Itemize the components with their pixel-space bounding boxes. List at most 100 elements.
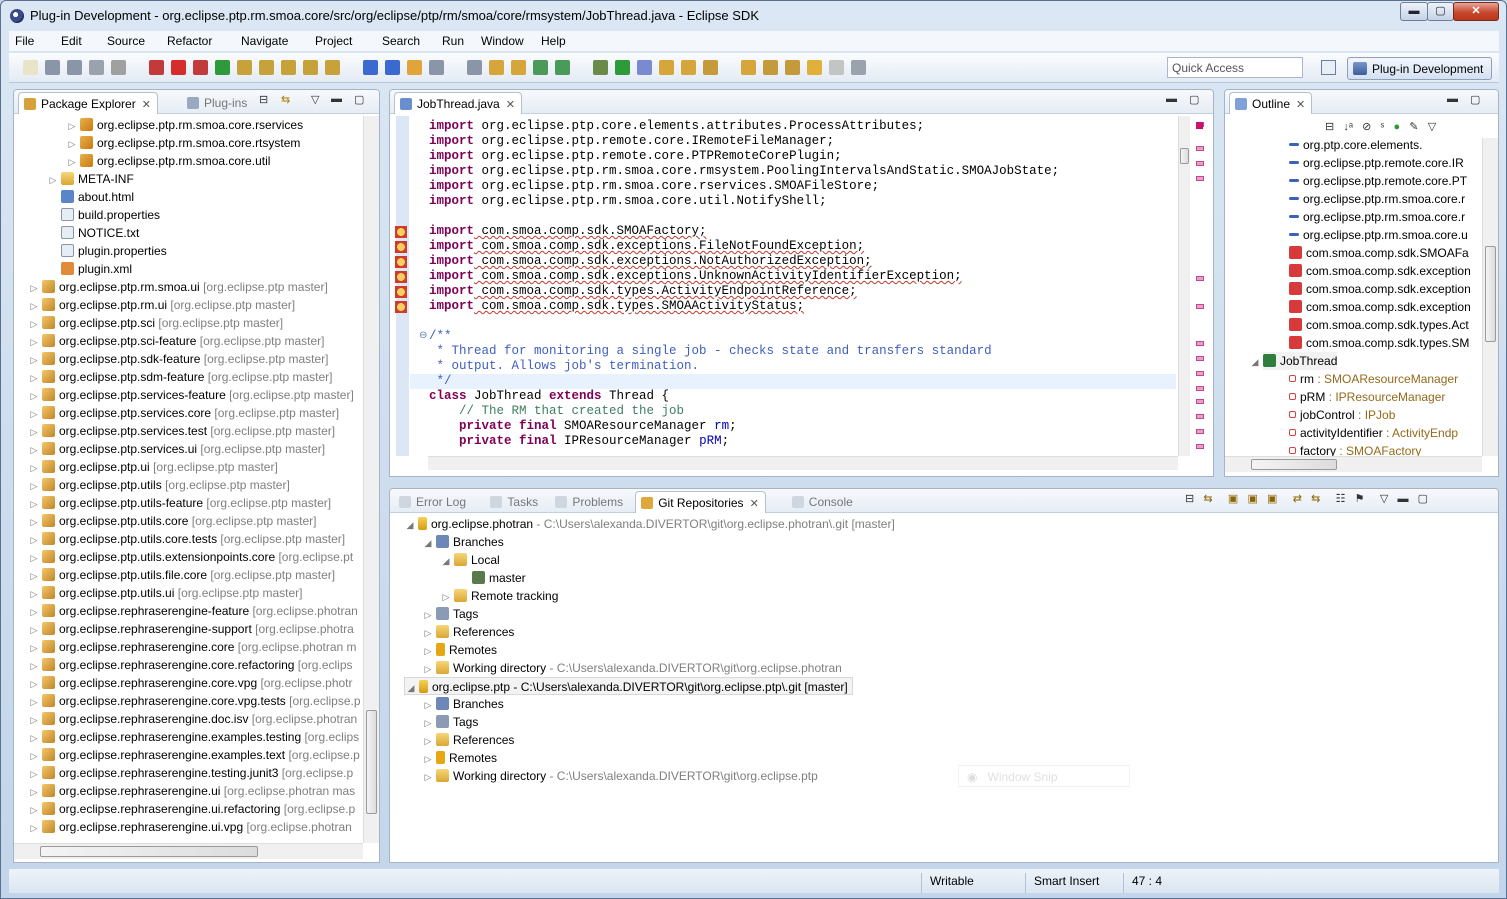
tree-item[interactable]: ▷ org.eclipse.ptp.utils.extensionpoints.c… xyxy=(28,548,353,566)
tree-item[interactable]: ▷ org.eclipse.ptp.rm.smoa.ui [org.eclipse… xyxy=(28,278,328,296)
debug-icon[interactable] xyxy=(593,60,608,75)
fold-toggle-icon[interactable]: ⊖ xyxy=(419,330,427,341)
hide-static-icon[interactable]: ˢ xyxy=(1381,121,1385,133)
overview-marker[interactable] xyxy=(1196,414,1204,419)
outline-vscroll-thumb[interactable] xyxy=(1485,246,1496,342)
last-edit-icon[interactable] xyxy=(785,60,800,75)
overview-marker[interactable] xyxy=(1196,304,1204,309)
toggle-mark-icon[interactable] xyxy=(363,60,378,75)
outline-item[interactable]: factory : SMOAFactory xyxy=(1287,442,1421,456)
pin-icon[interactable] xyxy=(851,60,866,75)
outline-item[interactable]: jobControl : IPJob xyxy=(1287,406,1395,424)
git-tree-item[interactable]: master xyxy=(458,569,526,587)
tree-item[interactable]: ▷ org.eclipse.rephraserengine.examples.te… xyxy=(28,746,360,764)
expand-toggle-icon[interactable]: ◢ xyxy=(404,516,416,534)
tree-item[interactable]: ▷ org.eclipse.ptp.utils.core.tests [org.e… xyxy=(28,530,345,548)
tree-item[interactable]: ▷ org.eclipse.ptp.rm.smoa.core.rtsystem xyxy=(66,134,300,152)
outline-hscrollbar[interactable] xyxy=(1225,456,1482,472)
use-step-filters-icon[interactable] xyxy=(325,60,340,75)
view-menu-icon[interactable]: ▽ xyxy=(311,93,319,106)
overview-marker[interactable] xyxy=(1196,161,1204,166)
expand-toggle-icon[interactable]: ◢ xyxy=(1249,353,1261,371)
expand-toggle-icon[interactable]: ▷ xyxy=(422,768,434,786)
skip-breakpoints-icon[interactable] xyxy=(149,60,164,75)
tree-item[interactable]: NOTICE.txt xyxy=(47,224,139,242)
tree-item[interactable]: ▷ org.eclipse.rephraserengine.ui [org.ecl… xyxy=(28,782,355,800)
sync-icon[interactable]: ⇆ xyxy=(1311,493,1320,505)
expand-toggle-icon[interactable]: ▷ xyxy=(28,459,40,477)
expand-toggle-icon[interactable]: ▷ xyxy=(28,639,40,657)
outline-item[interactable]: org.eclipse.ptp.rm.smoa.core.r xyxy=(1287,190,1465,208)
terminate-icon[interactable] xyxy=(171,60,186,75)
overview-marker[interactable] xyxy=(1196,444,1204,449)
title-bar[interactable]: Plug-in Development - org.eclipse.ptp.rm… xyxy=(1,1,1506,30)
tree-item[interactable]: ▷ org.eclipse.rephraserengine.ui.refactor… xyxy=(28,800,355,818)
expand-toggle-icon[interactable]: ▷ xyxy=(422,624,434,642)
explorer-vscrollbar[interactable] xyxy=(363,116,379,843)
expand-toggle-icon[interactable]: ▷ xyxy=(28,801,40,819)
tree-item[interactable]: ▷ org.eclipse.rephraserengine.ui.vpg [org… xyxy=(28,818,352,836)
tree-item[interactable]: ▷ org.eclipse.rephraserengine.core.vpg [o… xyxy=(28,674,353,692)
expand-toggle-icon[interactable]: ▷ xyxy=(28,729,40,747)
expand-toggle-icon[interactable]: ▷ xyxy=(28,351,40,369)
outline-item[interactable]: com.smoa.comp.sdk.types.SM xyxy=(1287,334,1469,352)
expand-toggle-icon[interactable]: ▷ xyxy=(28,513,40,531)
git-tree-item[interactable]: ▷ Remote tracking xyxy=(440,587,558,605)
tab-console[interactable]: Console xyxy=(787,491,859,513)
expand-toggle-icon[interactable]: ◢ xyxy=(422,534,434,552)
perspective-button[interactable]: Plug-in Development xyxy=(1347,57,1492,80)
tree-item[interactable]: plugin.properties xyxy=(47,242,167,260)
expand-toggle-icon[interactable]: ▷ xyxy=(28,315,40,333)
filter-icon[interactable]: ⚑ xyxy=(1355,493,1365,505)
expand-toggle-icon[interactable]: ▷ xyxy=(422,660,434,678)
tab-jobthread-java[interactable]: JobThread.java ✕ xyxy=(394,92,522,114)
outline-item[interactable]: ◢ JobThread xyxy=(1252,352,1338,370)
expand-toggle-icon[interactable]: ▷ xyxy=(28,423,40,441)
expand-toggle-icon[interactable]: ▷ xyxy=(422,750,434,768)
quick-access-input[interactable]: Quick Access xyxy=(1167,57,1303,78)
search-icon[interactable] xyxy=(407,60,422,75)
explorer-hscrollbar[interactable] xyxy=(14,843,363,859)
expand-toggle-icon[interactable]: ▷ xyxy=(440,588,452,606)
close-tab-icon[interactable]: ✕ xyxy=(142,99,151,111)
collapse-all-icon[interactable]: ⊟ xyxy=(259,93,268,106)
overview-marker[interactable] xyxy=(1196,399,1204,404)
error-marker-icon[interactable] xyxy=(395,301,407,313)
outline-item[interactable]: org.eclipse.ptp.rm.smoa.core.r xyxy=(1287,208,1465,226)
error-marker-icon[interactable] xyxy=(395,271,407,283)
expand-toggle-icon[interactable]: ▷ xyxy=(28,387,40,405)
git-tree-item[interactable]: ◢ org.eclipse.ptp - C:\Users\alexanda.DIV… xyxy=(404,677,853,695)
step-into-icon[interactable] xyxy=(237,60,252,75)
expand-toggle-icon[interactable]: ▷ xyxy=(28,783,40,801)
editor-vscroll-thumb[interactable] xyxy=(1180,148,1189,164)
tree-item[interactable]: plugin.xml xyxy=(47,260,132,278)
code-area[interactable]: import org.eclipse.ptp.core.elements.att… xyxy=(390,116,1180,456)
disconnect-icon[interactable] xyxy=(193,60,208,75)
expand-toggle-icon[interactable]: ▷ xyxy=(422,606,434,624)
new-plugin-icon[interactable] xyxy=(681,60,696,75)
outline-item[interactable]: org.eclipse.ptp.remote.core.PT xyxy=(1287,172,1467,190)
outline-item[interactable]: activityIdentifier : ActivityEndp xyxy=(1287,424,1458,442)
collapse-all-icon[interactable]: ⊟ xyxy=(1325,121,1334,133)
expand-toggle-icon[interactable]: ▷ xyxy=(28,495,40,513)
tree-item[interactable]: ▷ org.eclipse.ptp.services.test [org.ecli… xyxy=(28,422,335,440)
menu-run[interactable]: Run xyxy=(442,34,464,48)
tree-item[interactable]: ▷ org.eclipse.ptp.utils.file.core [org.ec… xyxy=(28,566,335,584)
debug-run-icon[interactable] xyxy=(637,60,652,75)
resume-icon[interactable] xyxy=(215,60,230,75)
task-icon[interactable] xyxy=(467,60,482,75)
tree-item[interactable]: build.properties xyxy=(47,206,160,224)
open-perspective-icon[interactable] xyxy=(1321,60,1336,75)
error-marker-icon[interactable] xyxy=(395,286,407,298)
hide-local-types-icon[interactable]: ✎ xyxy=(1409,121,1418,133)
expand-toggle-icon[interactable]: ▷ xyxy=(28,369,40,387)
expand-toggle-icon[interactable]: ▷ xyxy=(28,603,40,621)
hide-nonpublic-icon[interactable]: ● xyxy=(1393,121,1400,133)
forward-edit-icon[interactable] xyxy=(763,60,778,75)
save-icon[interactable] xyxy=(45,60,60,75)
error-marker-icon[interactable] xyxy=(395,241,407,253)
menu-file[interactable]: File xyxy=(15,34,34,48)
tree-item[interactable]: ▷ org.eclipse.ptp.utils [org.eclipse.ptp … xyxy=(28,476,290,494)
outline-item[interactable]: rm : SMOAResourceManager xyxy=(1287,370,1458,388)
export-icon[interactable] xyxy=(703,60,718,75)
